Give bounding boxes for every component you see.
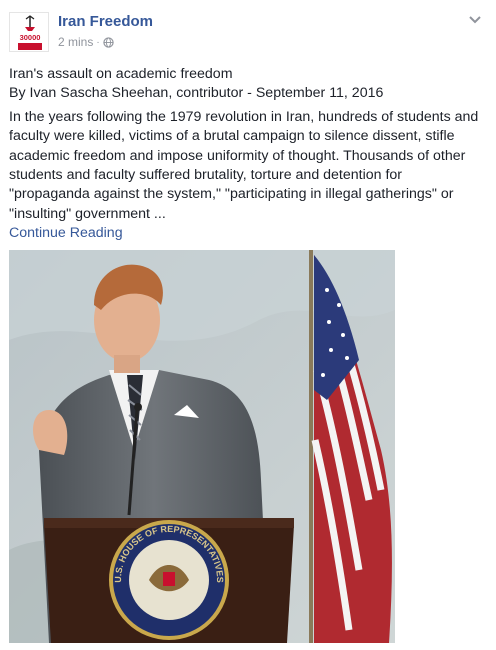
speaker-photo: U.S. HOUSE OF REPRESENTATIVES	[9, 250, 395, 643]
chevron-down-icon[interactable]	[468, 14, 482, 26]
svg-text:30000: 30000	[20, 33, 41, 42]
post-text: Iran's assault on academic freedom By Iv…	[9, 65, 485, 244]
page-logo: 30000	[10, 13, 48, 51]
post-headline: Iran's assault on academic freedom	[9, 66, 233, 82]
continue-reading-link[interactable]: Continue Reading	[9, 224, 485, 243]
post-body: In the years following the 1979 revoluti…	[9, 108, 479, 222]
post-timestamp[interactable]: 2 mins	[58, 35, 93, 49]
post-image[interactable]: U.S. HOUSE OF REPRESENTATIVES	[9, 250, 395, 643]
meta-separator: ·	[96, 36, 100, 48]
post-meta: 2 mins ·	[58, 35, 114, 49]
globe-icon[interactable]	[103, 36, 114, 48]
page-avatar[interactable]: 30000	[9, 12, 49, 52]
page-name-link[interactable]: Iran Freedom	[58, 13, 153, 30]
post-byline: By Ivan Sascha Sheehan, contributor - Se…	[9, 85, 384, 102]
